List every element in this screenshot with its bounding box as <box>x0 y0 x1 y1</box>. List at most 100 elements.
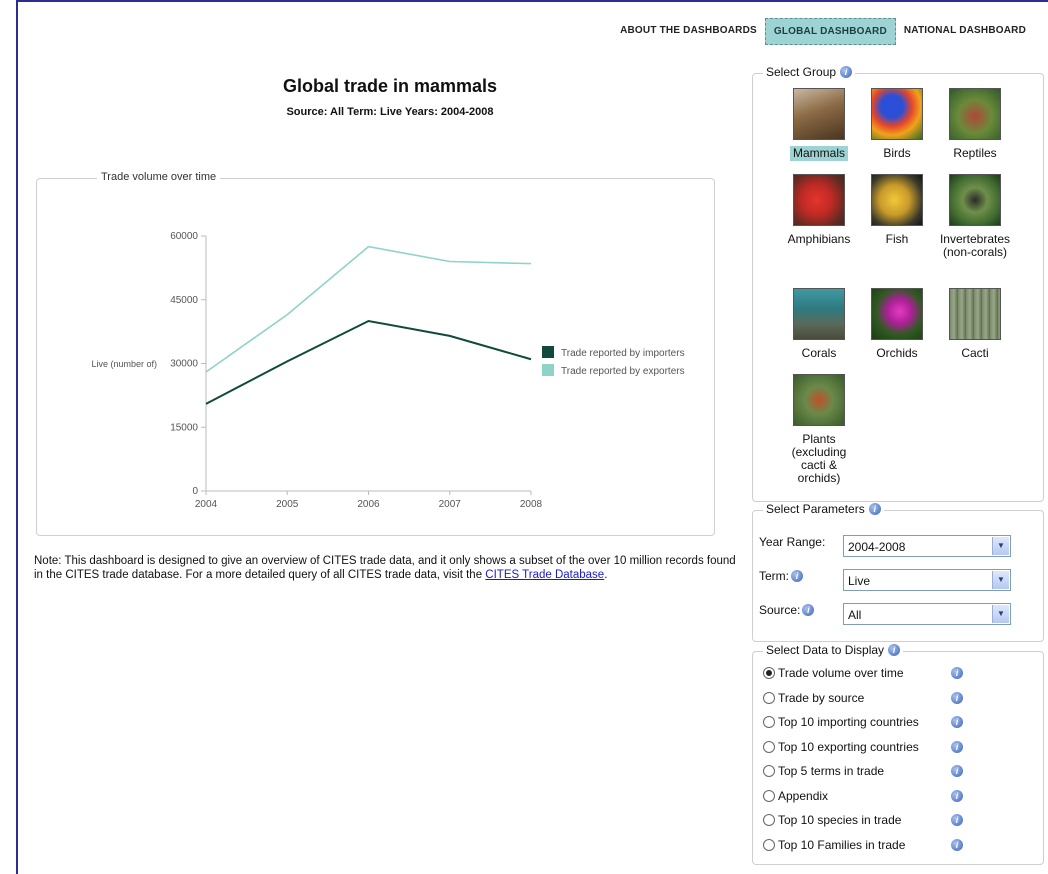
group-item-amphibians[interactable]: Amphibians <box>778 174 860 247</box>
radio-button[interactable] <box>763 741 775 753</box>
option-appendix[interactable]: Appendix i <box>763 789 978 803</box>
info-icon[interactable]: i <box>951 667 963 679</box>
group-label: Reptiles <box>953 146 997 160</box>
term-label: Term: <box>759 569 789 583</box>
group-label: Mammals <box>789 146 848 161</box>
source-value: All <box>848 608 862 622</box>
option-label: Top 10 species in trade <box>778 813 902 827</box>
select-parameters-label: Select Parameters <box>766 502 865 516</box>
select-parameters-panel: Select Parameters i Year Range: 2004-200… <box>752 502 1044 642</box>
source-label-wrap: Source: i <box>759 603 839 617</box>
group-item-birds[interactable]: Birds <box>856 88 938 161</box>
info-icon[interactable]: i <box>951 814 963 826</box>
chevron-down-icon[interactable]: ▼ <box>992 605 1009 623</box>
option-top-terms[interactable]: Top 5 terms in trade i <box>763 764 978 778</box>
group-label: Plants (excluding cacti & orchids) <box>791 432 847 485</box>
select-data-panel: Select Data to Display i Trade volume ov… <box>752 643 1044 865</box>
option-label: Top 10 exporting countries <box>778 740 919 754</box>
series-line-importers <box>205 319 532 405</box>
group-item-invertebrates[interactable]: Invertebrates (non-corals) <box>934 174 1016 260</box>
group-item-reptiles[interactable]: Reptiles <box>934 88 1016 161</box>
term-select[interactable]: Live ▼ <box>843 569 1011 591</box>
y-ticks: 0 15000 30000 45000 60000 <box>170 231 206 497</box>
info-icon[interactable]: i <box>802 604 815 616</box>
note-end: . <box>604 569 608 581</box>
group-item-mammals[interactable]: Mammals <box>778 88 860 161</box>
select-group-panel: Select Group i Mammals Birds Reptiles Am… <box>752 65 1044 502</box>
coral-photo-icon <box>793 288 845 340</box>
group-label: Cacti <box>961 346 989 360</box>
select-data-label: Select Data to Display <box>766 643 885 657</box>
nav-national-dashboard[interactable]: National dashboard <box>896 18 1034 45</box>
radio-button[interactable] <box>763 667 775 679</box>
group-item-fish[interactable]: Fish <box>856 174 938 247</box>
trade-volume-chart: Live (number of) 0 15000 30000 45000 60000 2… <box>91 231 685 510</box>
option-top-importing[interactable]: Top 10 importing countries i <box>763 715 978 729</box>
info-icon[interactable]: i <box>951 839 963 851</box>
legend-swatch <box>542 364 554 376</box>
info-icon[interactable]: i <box>868 503 881 515</box>
radio-button[interactable] <box>763 765 775 777</box>
option-trade-volume[interactable]: Trade volume over time i <box>763 666 978 680</box>
info-icon[interactable]: i <box>951 692 963 704</box>
group-item-corals[interactable]: Corals <box>778 288 860 361</box>
invertebrate-photo-icon <box>949 174 1001 226</box>
nav-about-dashboards[interactable]: About the dashboards <box>612 18 765 45</box>
x-tick-label: 2006 <box>357 499 380 510</box>
group-item-cacti[interactable]: Cacti <box>934 288 1016 361</box>
term-value: Live <box>848 574 871 588</box>
year-range-row: Year Range: <box>759 535 839 549</box>
radio-button[interactable] <box>763 790 775 802</box>
note-body: Note: This dashboard is designed to give… <box>34 555 736 581</box>
radio-button[interactable] <box>763 692 775 704</box>
x-tick-label: 2007 <box>439 499 462 510</box>
chart-panel: Trade volume over time Live (number of) … <box>36 171 715 536</box>
mammal-photo-icon <box>793 88 845 140</box>
radio-button[interactable] <box>763 814 775 826</box>
group-label: Birds <box>883 146 911 160</box>
x-tick-label: 2008 <box>520 499 543 510</box>
legend-label: Trade reported by exporters <box>561 366 685 377</box>
select-group-label: Select Group <box>766 65 837 79</box>
year-range-select[interactable]: 2004-2008 ▼ <box>843 535 1011 557</box>
group-label: Invertebrates (non-corals) <box>939 232 1011 259</box>
info-icon[interactable]: i <box>840 66 853 78</box>
y-axis-label: Live (number of) <box>91 359 157 369</box>
info-icon[interactable]: i <box>951 716 963 728</box>
radio-button[interactable] <box>763 839 775 851</box>
chart-legend: Trade reported by importers Trade reporte… <box>542 346 685 377</box>
page-title: Global trade in mammals <box>282 76 498 96</box>
option-label: Trade volume over time <box>778 666 904 680</box>
info-icon[interactable]: i <box>951 790 963 802</box>
x-ticks: 2004 2005 2006 2007 2008 <box>195 491 543 510</box>
cites-trade-database-link[interactable]: CITES Trade Database <box>485 569 604 581</box>
option-trade-by-source[interactable]: Trade by source i <box>763 691 978 705</box>
y-tick-label: 30000 <box>170 359 198 370</box>
info-icon[interactable]: i <box>888 644 901 656</box>
option-label: Trade by source <box>778 691 865 705</box>
page-frame-top <box>16 0 1048 2</box>
y-tick-label: 0 <box>192 486 198 497</box>
group-item-plants[interactable]: Plants (excluding cacti & orchids) <box>778 374 860 486</box>
radio-button[interactable] <box>763 716 775 728</box>
series-line-exporters <box>205 245 532 373</box>
chevron-down-icon[interactable]: ▼ <box>992 571 1009 589</box>
series-lines <box>205 245 532 405</box>
nav-global-dashboard[interactable]: Global dashboard <box>764 18 896 45</box>
source-select[interactable]: All ▼ <box>843 603 1011 625</box>
option-top-families[interactable]: Top 10 Families in trade i <box>763 838 978 852</box>
option-top-exporting[interactable]: Top 10 exporting countries i <box>763 740 978 754</box>
legend-label: Trade reported by importers <box>561 348 685 359</box>
select-parameters-title: Select Parameters i <box>763 502 884 516</box>
legend-swatch <box>542 346 554 358</box>
y-tick-label: 45000 <box>170 295 198 306</box>
term-label-wrap: Term: i <box>759 569 839 583</box>
info-icon[interactable]: i <box>791 570 803 582</box>
info-icon[interactable]: i <box>951 741 963 753</box>
option-label: Top 10 Families in trade <box>778 838 906 852</box>
option-top-species[interactable]: Top 10 species in trade i <box>763 813 978 827</box>
option-label: Top 10 importing countries <box>778 715 919 729</box>
info-icon[interactable]: i <box>951 765 963 777</box>
chevron-down-icon[interactable]: ▼ <box>992 537 1009 555</box>
group-item-orchids[interactable]: Orchids <box>856 288 938 361</box>
